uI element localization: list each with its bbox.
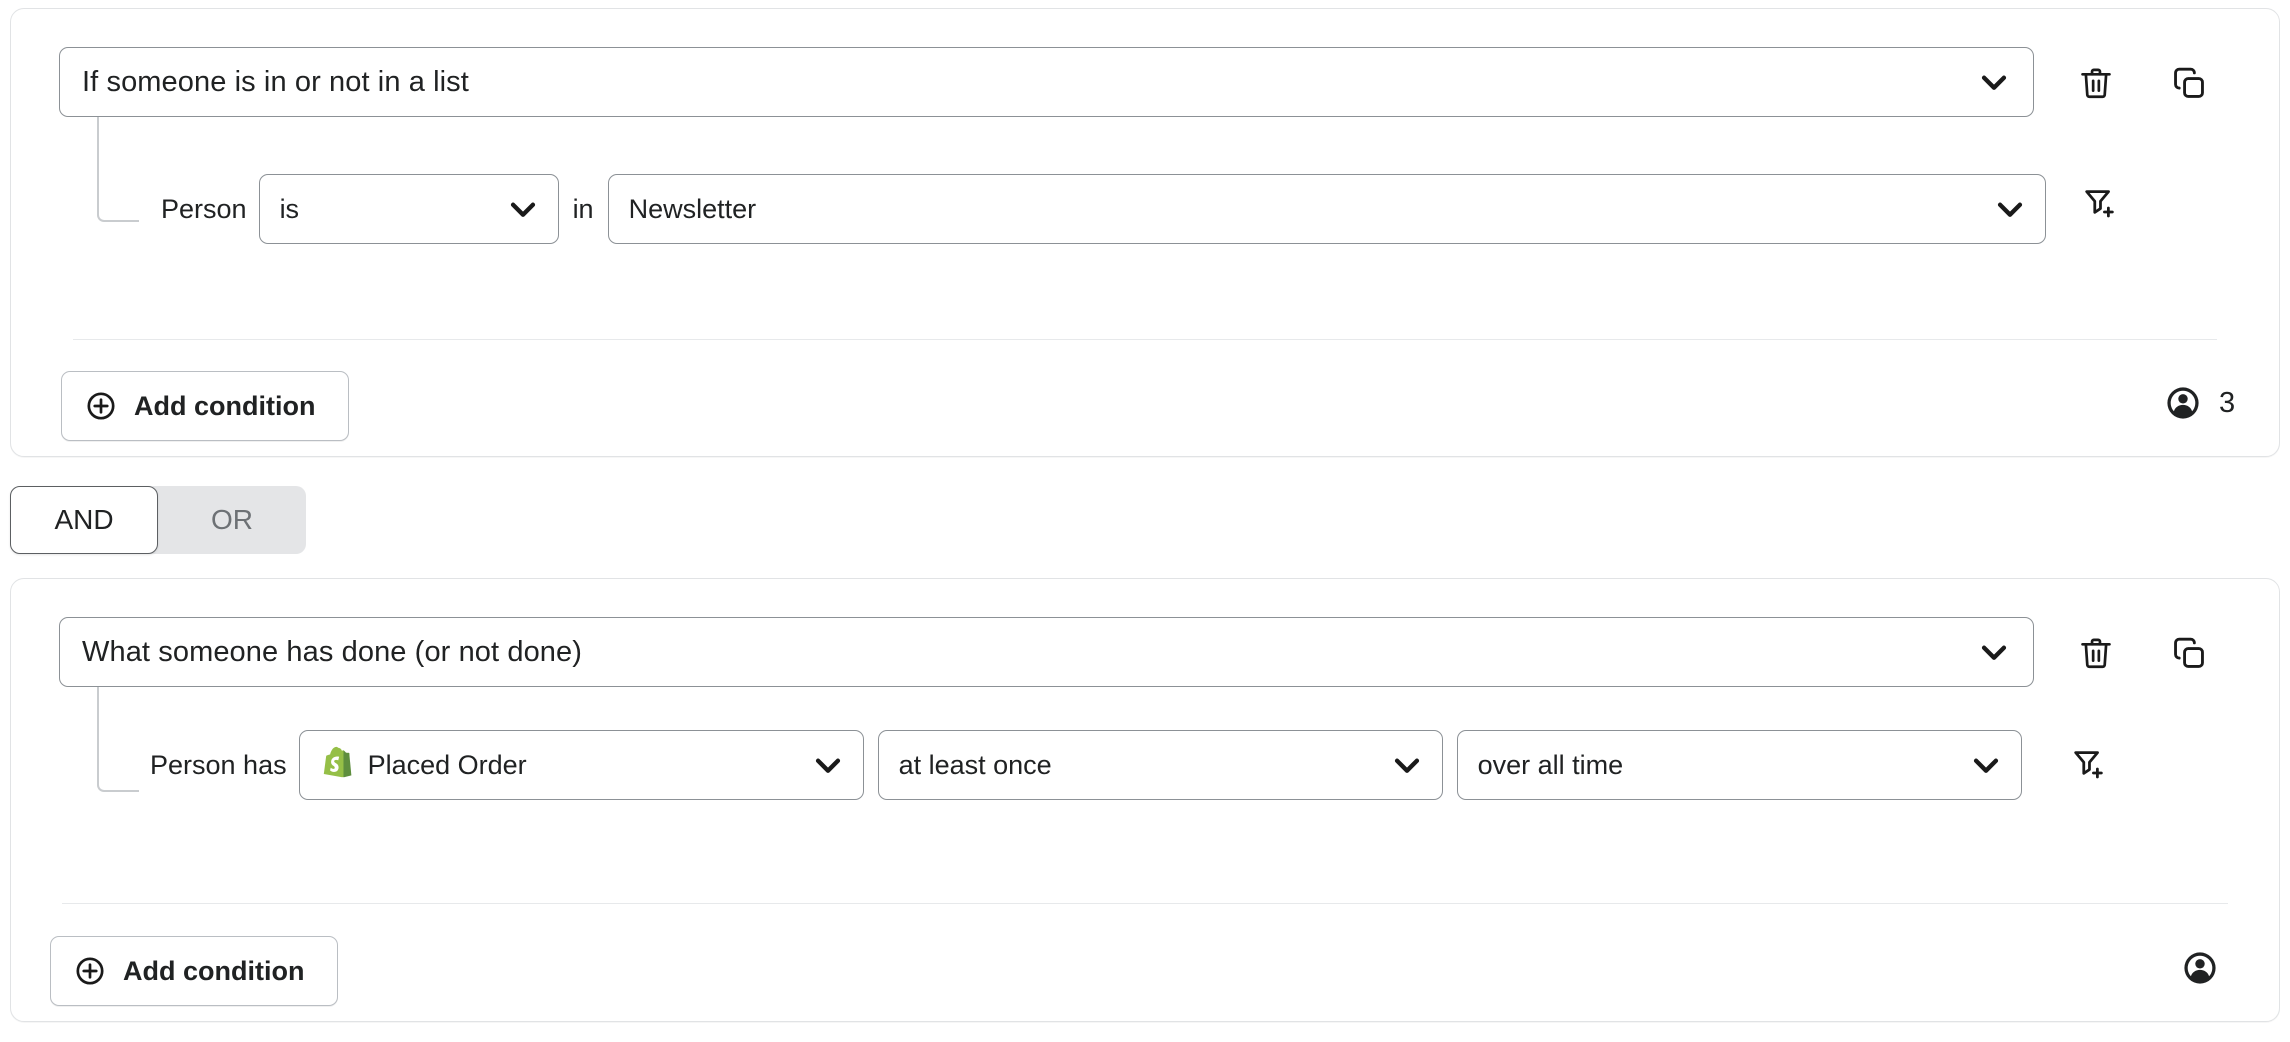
list-membership-operator-value: is — [280, 196, 492, 223]
condition-type-select[interactable]: If someone is in or not in a list — [59, 47, 2034, 117]
copy-icon — [2170, 634, 2208, 672]
plus-circle-icon — [73, 954, 107, 988]
profile-count-group[interactable] — [2182, 950, 2236, 986]
shopify-icon — [320, 745, 356, 785]
duplicate-condition-button[interactable] — [2169, 63, 2209, 103]
add-condition-button[interactable]: Add condition — [50, 936, 338, 1006]
card-divider — [73, 339, 2217, 340]
add-condition-button[interactable]: Add condition — [61, 371, 349, 441]
condition-type-value: If someone is in or not in a list — [82, 68, 1977, 97]
operand-prefix-label: Person has — [150, 752, 287, 779]
segment-condition-builder: If someone is in or not in a list — [0, 0, 2290, 1042]
chevron-down-icon — [1993, 192, 2027, 226]
trash-icon — [2077, 64, 2115, 102]
chevron-down-icon — [1390, 748, 1424, 782]
metric-value: Placed Order — [368, 752, 797, 779]
conjunction-and-label: AND — [54, 506, 113, 534]
duplicate-condition-button[interactable] — [2169, 633, 2209, 673]
chevron-down-icon — [1969, 748, 2003, 782]
operand-separator-label: in — [573, 196, 594, 223]
frequency-select[interactable]: at least once — [878, 730, 1443, 800]
timeframe-value: over all time — [1478, 752, 1955, 779]
trash-icon — [2077, 634, 2115, 672]
add-filter-button[interactable] — [2067, 742, 2111, 786]
condition-branch-connector — [97, 687, 139, 792]
conjunction-band: AND OR — [0, 468, 2290, 568]
condition-action-icons — [2076, 63, 2209, 103]
card-divider — [62, 903, 2228, 904]
timeframe-select[interactable]: over all time — [1457, 730, 2022, 800]
delete-condition-button[interactable] — [2076, 63, 2116, 103]
conjunction-toggle[interactable]: AND OR — [10, 486, 306, 554]
condition-type-value: What someone has done (or not done) — [82, 638, 1977, 667]
condition-operand-row: Person has Placed Order at least once — [150, 730, 2022, 800]
chevron-down-icon — [811, 748, 845, 782]
condition-branch-connector — [97, 117, 139, 222]
chevron-down-icon — [1977, 65, 2011, 99]
delete-condition-button[interactable] — [2076, 633, 2116, 673]
condition-action-icons — [2076, 633, 2209, 673]
condition-type-select[interactable]: What someone has done (or not done) — [59, 617, 2034, 687]
add-condition-label: Add condition — [123, 958, 304, 985]
filter-add-icon — [2081, 184, 2119, 222]
person-icon — [2165, 385, 2201, 421]
chevron-down-icon — [506, 192, 540, 226]
person-icon — [2182, 950, 2218, 986]
list-target-value: Newsletter — [629, 196, 1979, 223]
copy-icon — [2170, 64, 2208, 102]
condition-group-card: What someone has done (or not done) — [10, 578, 2280, 1022]
condition-operand-row: Person is in Newsletter — [161, 174, 2046, 244]
condition-group-card: If someone is in or not in a list — [10, 8, 2280, 457]
filter-add-icon — [2070, 745, 2108, 783]
add-filter-button[interactable] — [2078, 181, 2122, 225]
profile-count-value: 3 — [2219, 389, 2235, 418]
list-membership-operator-select[interactable]: is — [259, 174, 559, 244]
operand-prefix-label: Person — [161, 196, 247, 223]
conjunction-option-or[interactable]: OR — [158, 486, 306, 554]
list-target-select[interactable]: Newsletter — [608, 174, 2046, 244]
frequency-value: at least once — [899, 752, 1376, 779]
conjunction-or-label: OR — [211, 506, 253, 534]
profile-count-group[interactable]: 3 — [2165, 385, 2235, 421]
chevron-down-icon — [1977, 635, 2011, 669]
conjunction-option-and[interactable]: AND — [10, 486, 158, 554]
metric-select[interactable]: Placed Order — [299, 730, 864, 800]
add-condition-label: Add condition — [134, 393, 315, 420]
plus-circle-icon — [84, 389, 118, 423]
